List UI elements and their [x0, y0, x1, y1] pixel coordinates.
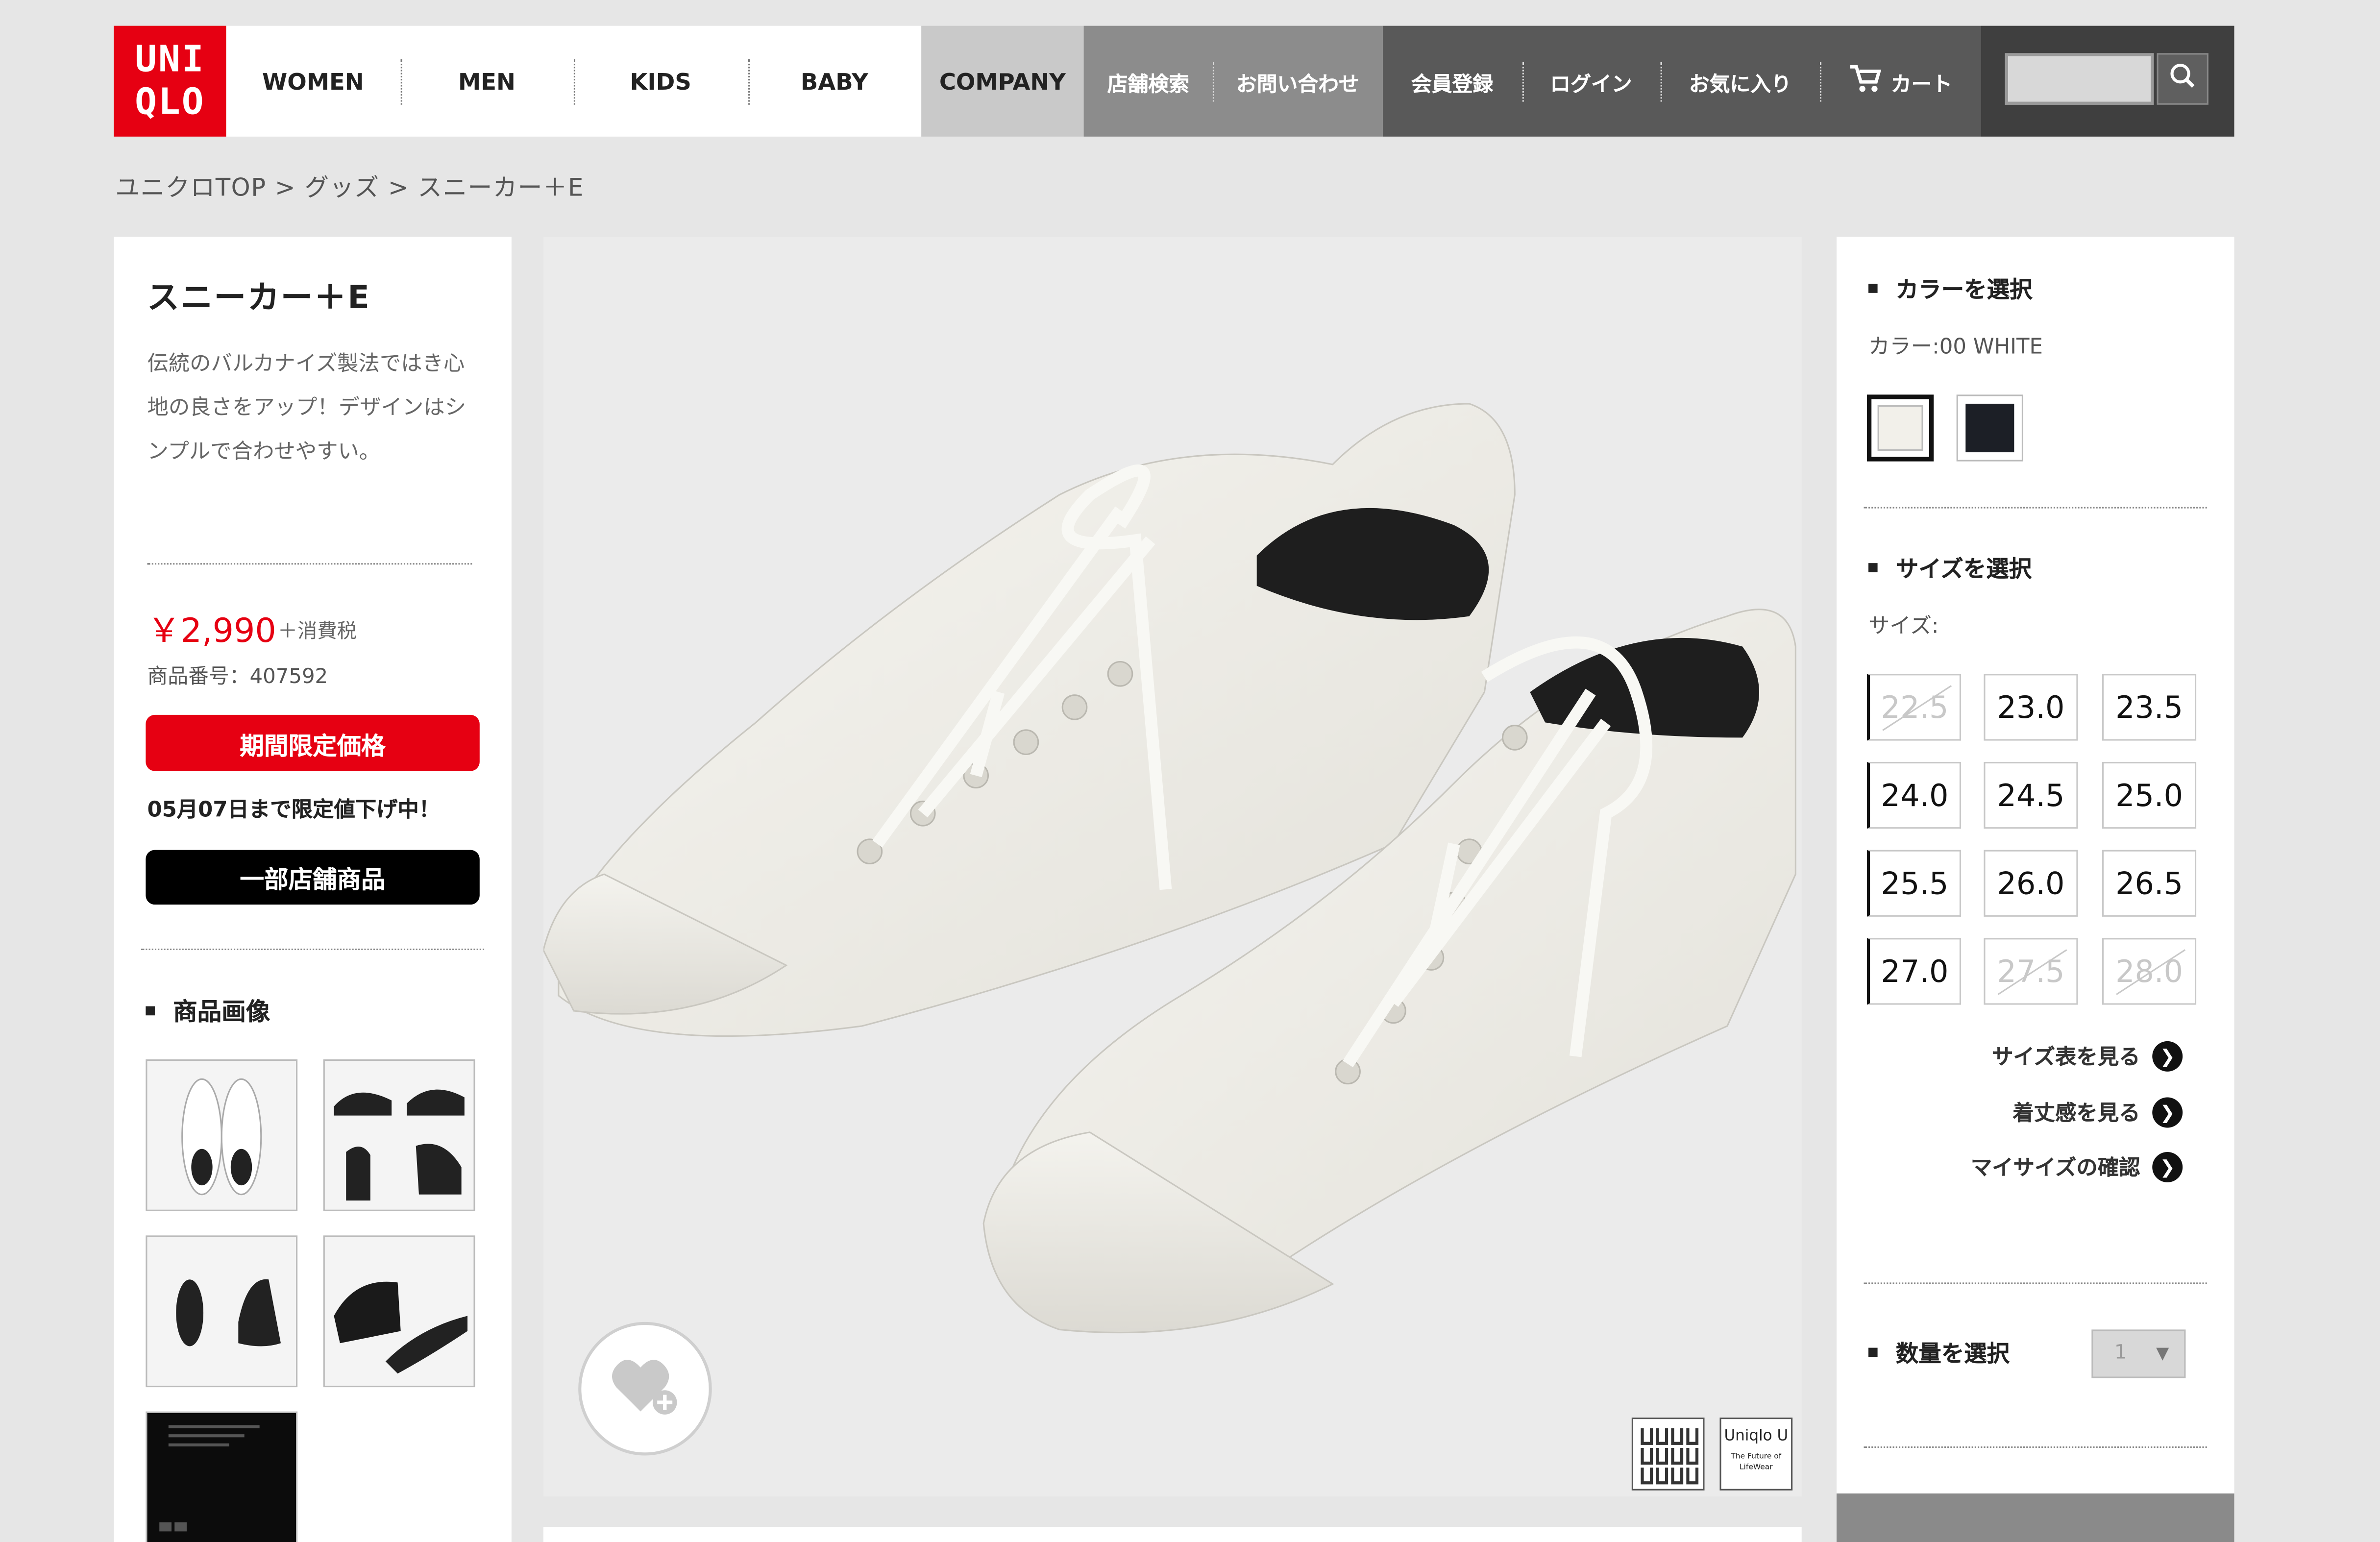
- size-option[interactable]: 22.5: [1866, 674, 1961, 741]
- thumbnail-black-variants[interactable]: [323, 1059, 475, 1211]
- search-button[interactable]: [2157, 53, 2208, 105]
- divider: [1864, 507, 2207, 509]
- nav-cart[interactable]: カート: [1819, 26, 1981, 137]
- size-heading: サイズを選択: [1868, 552, 2032, 584]
- utility-nav: 店舗検索 お問い合わせ: [1083, 25, 1383, 137]
- uniqlo-u-subtitle: The Future of LifeWear: [1731, 1452, 1782, 1472]
- thumbnail-insole-view[interactable]: [323, 1235, 475, 1388]
- favorite-button[interactable]: [578, 1322, 712, 1456]
- main-nav: WOMEN MEN KIDS BABY: [226, 25, 922, 137]
- store-only-badge: 一部店舗商品: [146, 850, 480, 905]
- tax-note: ＋消費税: [277, 620, 357, 644]
- size-option[interactable]: 23.5: [2102, 674, 2197, 741]
- color-heading: カラーを選択: [1868, 273, 2033, 305]
- nav-cart-label: カート: [1890, 72, 1953, 97]
- size-option[interactable]: 26.0: [1984, 850, 2078, 917]
- thumbnail-packaging[interactable]: [146, 1411, 298, 1542]
- color-label: カラー:00 WHITE: [1868, 335, 2043, 360]
- divider: [1864, 1446, 2207, 1448]
- divider: [141, 948, 485, 951]
- fit-feel-label: 着丈感を見る: [2012, 1101, 2140, 1126]
- size-label: サイズ:: [1868, 614, 1939, 639]
- nav-favorites[interactable]: お気に入り: [1660, 26, 1820, 137]
- search-input[interactable]: [2005, 53, 2154, 105]
- thumbnail-sole-view[interactable]: [146, 1235, 298, 1388]
- swatch-white-fill: [1877, 405, 1923, 451]
- size-chart-label: サイズ表を見る: [1992, 1046, 2140, 1070]
- size-option[interactable]: 23.0: [1984, 674, 2078, 741]
- nav-store-search[interactable]: 店舗検索: [1084, 26, 1213, 137]
- nav-women[interactable]: WOMEN: [226, 26, 400, 137]
- size-option[interactable]: 27.0: [1866, 938, 1961, 1005]
- nav-register[interactable]: 会員登録: [1383, 26, 1521, 137]
- limited-price-badge: 期間限定価格: [146, 714, 480, 771]
- uniqlo-logo-pattern-icon: [1631, 1418, 1705, 1491]
- chevron-right-icon: ❯: [2152, 1152, 2183, 1182]
- nav-baby[interactable]: BABY: [747, 26, 922, 137]
- nav-men[interactable]: MEN: [400, 26, 574, 137]
- chevron-right-icon: ❯: [2152, 1097, 2183, 1128]
- nav-company[interactable]: COMPANY: [921, 25, 1084, 137]
- product-number: 商品番号：407592: [147, 664, 328, 689]
- add-to-cart-bar[interactable]: [1836, 1493, 2234, 1542]
- nav-contact[interactable]: お問い合わせ: [1212, 26, 1383, 137]
- size-option[interactable]: 27.5: [1984, 938, 2078, 1005]
- sneaker-photo: [542, 403, 1796, 1334]
- uniqlo-logo[interactable]: UNI QLO: [114, 25, 226, 137]
- product-main-image[interactable]: [542, 237, 1802, 1497]
- search-icon: [2169, 62, 2196, 96]
- my-size-label: マイサイズの確認: [1970, 1156, 2140, 1181]
- site-header: UNI QLO WOMEN MEN KIDS BABY COMPANY 店舗検索…: [114, 25, 2234, 137]
- breadcrumb[interactable]: ユニクロTOP > グッズ > スニーカー＋E: [115, 167, 584, 203]
- size-option[interactable]: 24.5: [1984, 761, 2078, 829]
- size-option[interactable]: 26.5: [2102, 850, 2197, 917]
- divider: [1864, 1282, 2207, 1284]
- size-option[interactable]: 28.0: [2102, 938, 2197, 1005]
- size-option[interactable]: 24.0: [1866, 761, 1961, 829]
- divider: [147, 563, 472, 565]
- swatch-navy-fill: [1965, 403, 2014, 453]
- chevron-right-icon: ❯: [2152, 1041, 2183, 1072]
- quantity-select[interactable]: 1 ▼: [2091, 1329, 2186, 1378]
- product-info-panel: スニーカー＋E 伝統のバルカナイズ製法ではき心地の良さをアップ！デザインはシンプ…: [114, 237, 512, 1542]
- size-option[interactable]: 25.0: [2102, 761, 2197, 829]
- size-option[interactable]: 25.5: [1866, 850, 1961, 917]
- swatch-navy[interactable]: [1956, 394, 2023, 462]
- dropdown-arrow-icon: ▼: [2156, 1343, 2169, 1363]
- heart-plus-icon: [610, 1354, 680, 1423]
- product-description: 伝統のバルカナイズ製法ではき心地の良さをアップ！デザインはシンプルで合わせやすい…: [147, 352, 466, 465]
- uniqlo-u-title: Uniqlo U: [1724, 1428, 1789, 1445]
- size-chart-link[interactable]: サイズ表を見る ❯: [1992, 1041, 2183, 1072]
- sale-until-text: 05月07日まで限定値下げ中！: [147, 798, 441, 823]
- thumbnail-top-view[interactable]: [146, 1059, 298, 1211]
- product-price: ￥2,990: [147, 613, 276, 651]
- account-nav: 会員登録 ログイン お気に入り カート: [1382, 25, 1981, 137]
- logo-line-1: UNI: [135, 38, 205, 81]
- fit-feel-link[interactable]: 着丈感を見る ❯: [2012, 1097, 2183, 1128]
- cart-icon: [1848, 63, 1882, 99]
- nav-login[interactable]: ログイン: [1521, 26, 1660, 137]
- main-image-lower-frame: [543, 1527, 1802, 1542]
- quantity-value: 1: [2114, 1342, 2127, 1365]
- quantity-heading: 数量を選択: [1868, 1337, 2010, 1369]
- product-title: スニーカー＋E: [147, 279, 371, 316]
- my-size-link[interactable]: マイサイズの確認 ❯: [1971, 1152, 2183, 1182]
- swatch-white[interactable]: [1866, 394, 1934, 462]
- logo-line-2: QLO: [135, 80, 205, 123]
- search-area: [1981, 25, 2234, 137]
- uniqlo-u-badge: Uniqlo U The Future of LifeWear: [1719, 1418, 1793, 1491]
- nav-kids[interactable]: KIDS: [573, 26, 748, 137]
- images-heading: 商品画像: [146, 991, 270, 1028]
